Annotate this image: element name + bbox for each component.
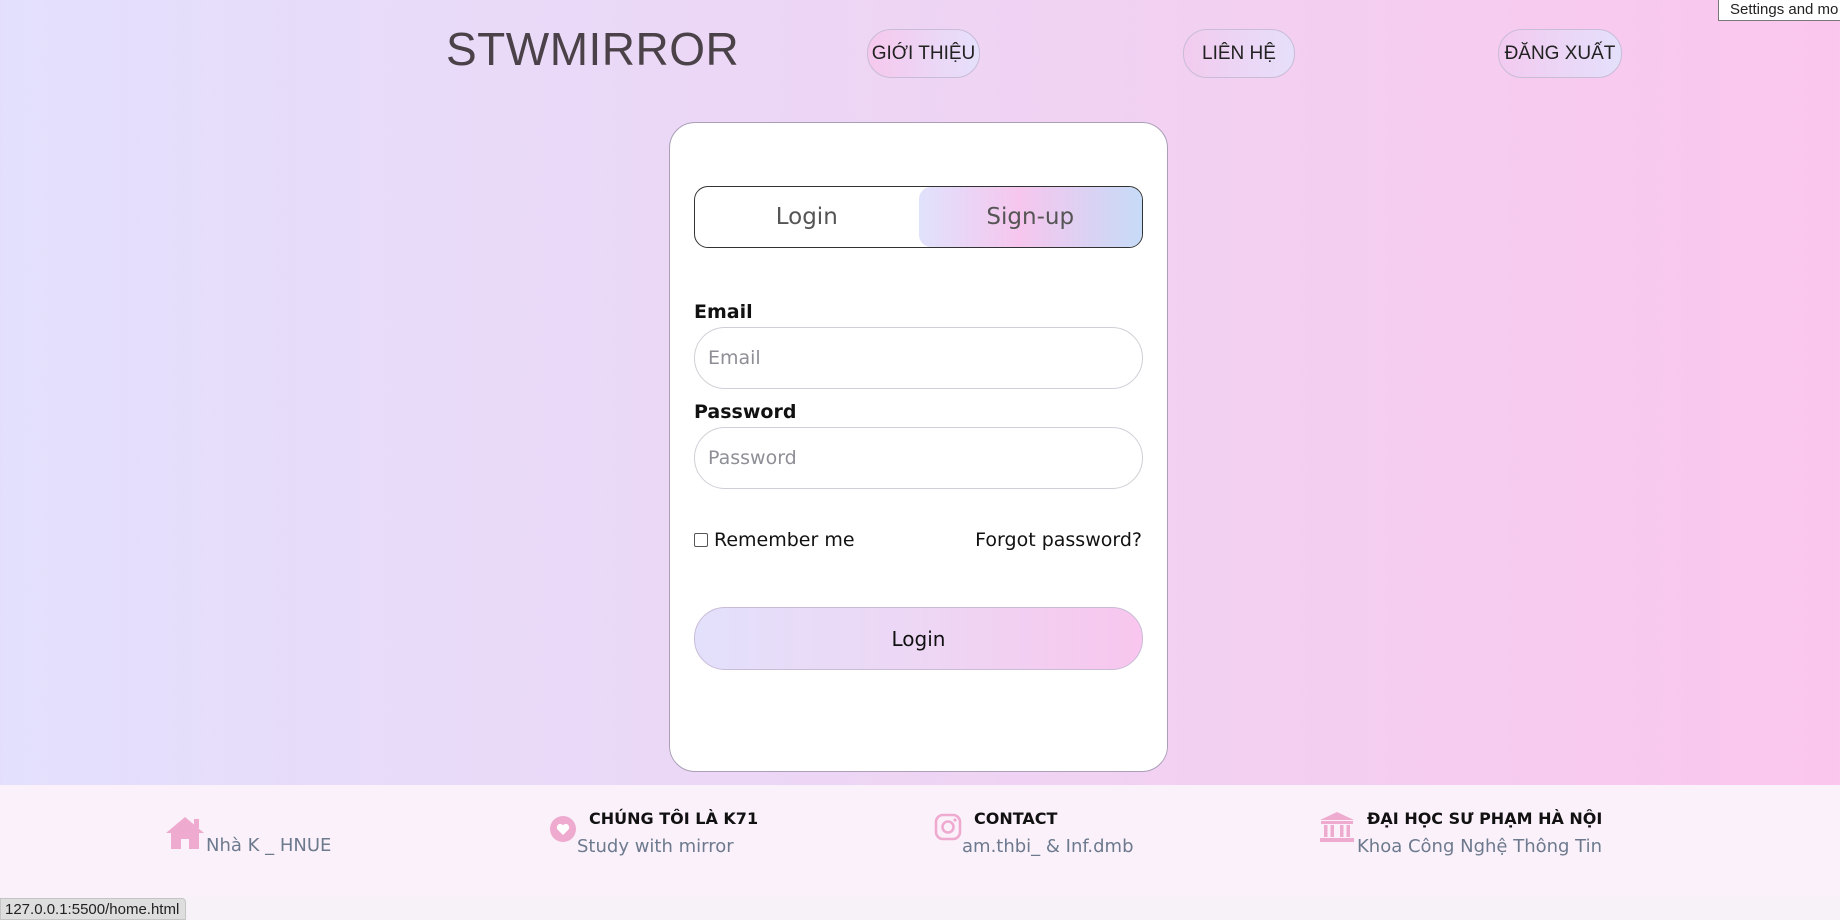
footer-contact-title: CONTACT (974, 809, 1058, 828)
brand-logo[interactable]: STWMIRROR (446, 22, 739, 76)
login-button[interactable]: Login (694, 607, 1143, 670)
nav-contact-button[interactable]: LIÊN HỆ (1183, 29, 1295, 78)
remember-me: Remember me (694, 529, 855, 551)
instagram-icon (934, 813, 962, 841)
footer-about-title: CHÚNG TÔI LÀ K71 (589, 809, 759, 828)
nav-about-button[interactable]: GIỚI THIỆU (867, 29, 980, 78)
password-input[interactable] (694, 427, 1143, 489)
browser-tooltip: Settings and mo (1718, 0, 1840, 21)
footer: Nhà K _ HNUE CHÚNG TÔI LÀ K71 Study with… (0, 785, 1840, 897)
tab-signup[interactable]: Sign-up (918, 187, 1142, 247)
email-input[interactable] (694, 327, 1143, 389)
footer-university-title: ĐẠI HỌC SƯ PHẠM HÀ NỘI (1367, 809, 1603, 828)
password-label: Password (694, 401, 797, 423)
remember-me-checkbox[interactable] (694, 533, 708, 547)
nav-logout-button[interactable]: ĐĂNG XUẤT (1498, 29, 1622, 78)
tab-login[interactable]: Login (695, 187, 919, 247)
footer-university-text: Khoa Công Nghệ Thông Tin (1357, 836, 1603, 857)
heart-icon (550, 816, 576, 842)
auth-tabs: Login Sign-up (694, 186, 1143, 248)
auth-card: Login Sign-up Email Password Remember me… (669, 122, 1168, 772)
bottom-strip (0, 897, 1840, 920)
home-icon (166, 817, 204, 849)
forgot-password-link[interactable]: Forgot password? (975, 529, 1142, 551)
remember-me-label[interactable]: Remember me (714, 529, 855, 551)
email-label: Email (694, 301, 753, 323)
status-url: 127.0.0.1:5500/home.html (0, 898, 187, 920)
footer-about-text: Study with mirror (577, 836, 734, 857)
footer-contact-text: am.thbi_ & Inf.dmb (962, 836, 1134, 857)
footer-home-text: Nhà K _ HNUE (206, 835, 332, 856)
university-icon (1320, 812, 1354, 842)
